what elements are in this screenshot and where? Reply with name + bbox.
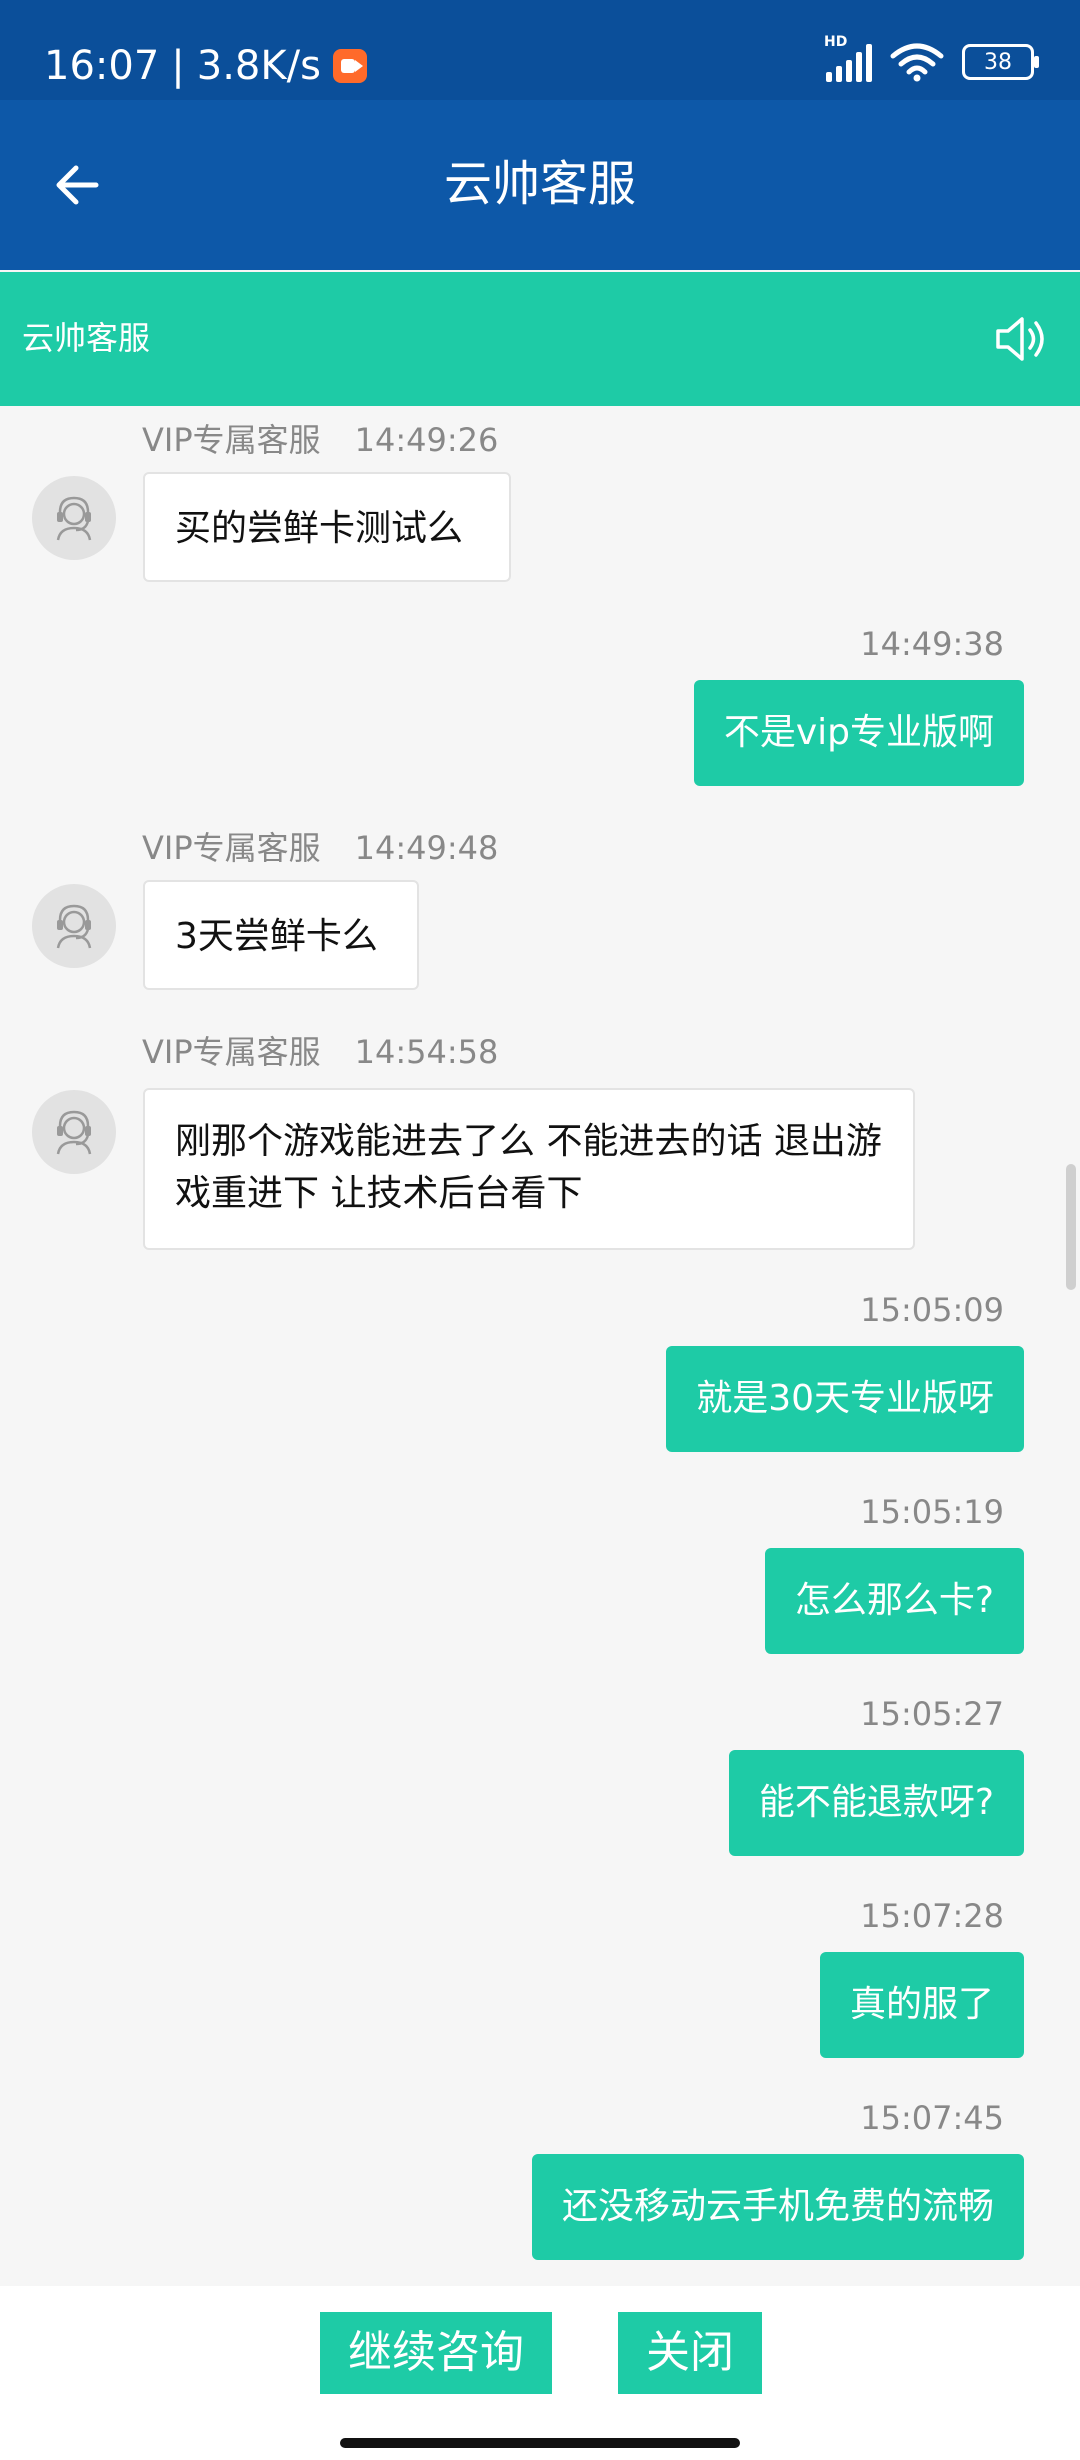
- outgoing-bubble: 真的服了: [819, 1952, 1024, 2058]
- incoming-bubble: 3天尝鲜卡么: [143, 880, 419, 990]
- agent-avatar: [32, 476, 116, 560]
- agent-avatar: [32, 1090, 116, 1174]
- agent-avatar: [32, 884, 116, 968]
- message-meta: VIP专属客服 14:54:58: [142, 1032, 498, 1072]
- outgoing-bubble: 怎么那么卡?: [764, 1548, 1024, 1654]
- sender-name: VIP专属客服: [142, 421, 321, 459]
- screen-record-icon: [332, 49, 367, 83]
- signal-icon: HD: [824, 34, 872, 82]
- status-bar: 16:07 | 3.8K/s HD 38: [0, 0, 1080, 100]
- message-text: 买的尝鲜卡测试么: [175, 508, 464, 549]
- outgoing-bubble: 还没移动云手机免费的流畅: [531, 2154, 1024, 2260]
- page-title: 云帅客服: [443, 156, 636, 212]
- status-right: HD 38: [824, 34, 1039, 82]
- chat-header: 云帅客服: [0, 272, 1080, 406]
- message-time: 14:54:58: [354, 1033, 499, 1071]
- message-text: 真的服了: [849, 1984, 994, 2025]
- message-text: 还没移动云手机免费的流畅: [561, 2186, 994, 2227]
- chat-title: 云帅客服: [22, 319, 151, 357]
- status-divider: |: [171, 43, 185, 89]
- status-time: 16:07: [44, 43, 160, 89]
- headset-agent-icon: [56, 904, 92, 949]
- app-bar: 云帅客服: [0, 100, 1080, 270]
- battery-level: 38: [984, 49, 1012, 75]
- message-time: 15:07:45: [860, 2099, 1004, 2137]
- network-speed: 3.8K/s: [196, 43, 321, 89]
- headset-agent-icon: [56, 1110, 92, 1155]
- wifi-icon: [890, 43, 944, 82]
- message-time: 15:05:09: [860, 1291, 1004, 1329]
- sender-name: VIP专属客服: [142, 1033, 321, 1071]
- message-text: 能不能退款呀?: [758, 1782, 994, 1823]
- message-text: 3天尝鲜卡么: [175, 916, 378, 957]
- sender-name: VIP专属客服: [142, 829, 321, 867]
- scrollbar-thumb[interactable]: [1066, 1164, 1076, 1290]
- message-time: 14:49:26: [354, 421, 499, 459]
- outgoing-bubble: 不是vip专业版啊: [693, 680, 1024, 786]
- outgoing-bubble: 能不能退款呀?: [728, 1750, 1024, 1856]
- status-left: 16:07 | 3.8K/s: [44, 40, 367, 92]
- chat-messages[interactable]: VIP专属客服 14:49:26 买的尝鲜卡测试么 14:49:38 不是vip专…: [0, 406, 1080, 2286]
- message-text: 刚那个游戏能进去了么 不能进去的话 退出游戏重进下 让技术后台看下: [175, 1121, 882, 1214]
- speaker-icon[interactable]: [992, 310, 1050, 368]
- battery-icon: 38: [962, 44, 1039, 80]
- headset-agent-icon: [56, 496, 92, 541]
- message-text: 怎么那么卡?: [794, 1580, 994, 1621]
- message-time: 15:05:19: [860, 1493, 1004, 1531]
- incoming-bubble: 刚那个游戏能进去了么 不能进去的话 退出游戏重进下 让技术后台看下: [143, 1088, 915, 1250]
- chat-footer: 继续咨询 关闭: [0, 2286, 1080, 2460]
- message-time: 14:49:38: [860, 625, 1004, 663]
- message-time: 15:05:27: [860, 1695, 1004, 1733]
- message-text: 就是30天专业版呀: [696, 1378, 994, 1419]
- close-button[interactable]: 关闭: [618, 2312, 762, 2394]
- message-text: 不是vip专业版啊: [723, 712, 994, 753]
- message-time: 15:07:28: [860, 1897, 1004, 1935]
- outgoing-bubble: 就是30天专业版呀: [666, 1346, 1024, 1452]
- message-meta: VIP专属客服 14:49:26: [142, 420, 498, 460]
- hd-label: HD: [824, 34, 848, 50]
- incoming-bubble: 买的尝鲜卡测试么: [143, 472, 511, 582]
- gesture-handle[interactable]: [340, 2438, 740, 2448]
- continue-consult-button[interactable]: 继续咨询: [320, 2312, 552, 2394]
- message-time: 14:49:48: [354, 829, 499, 867]
- message-meta: VIP专属客服 14:49:48: [142, 828, 498, 868]
